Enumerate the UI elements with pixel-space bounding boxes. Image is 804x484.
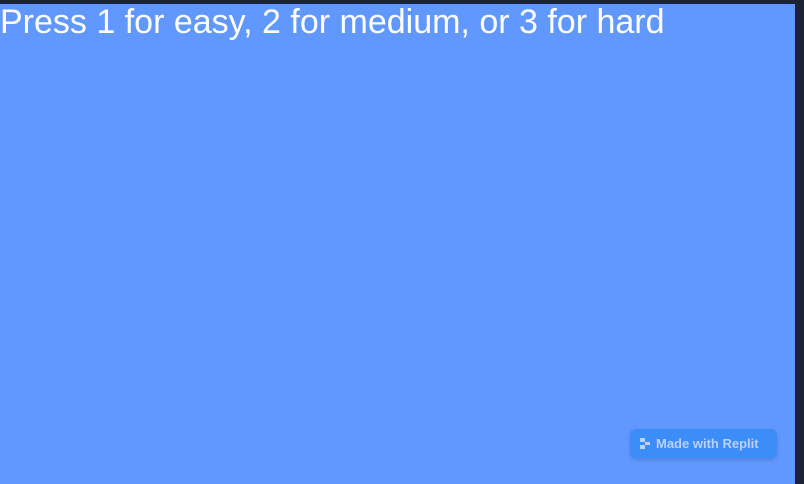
difficulty-prompt: Press 1 for easy, 2 for medium, or 3 for… <box>0 4 665 41</box>
badge-label: Made with Replit <box>656 436 759 451</box>
app-frame: Press 1 for easy, 2 for medium, or 3 for… <box>0 0 804 484</box>
window-edge <box>795 0 804 484</box>
game-canvas[interactable]: Press 1 for easy, 2 for medium, or 3 for… <box>0 4 795 484</box>
replit-logo-icon <box>640 438 651 449</box>
made-with-replit-badge[interactable]: Made with Replit <box>630 429 777 458</box>
